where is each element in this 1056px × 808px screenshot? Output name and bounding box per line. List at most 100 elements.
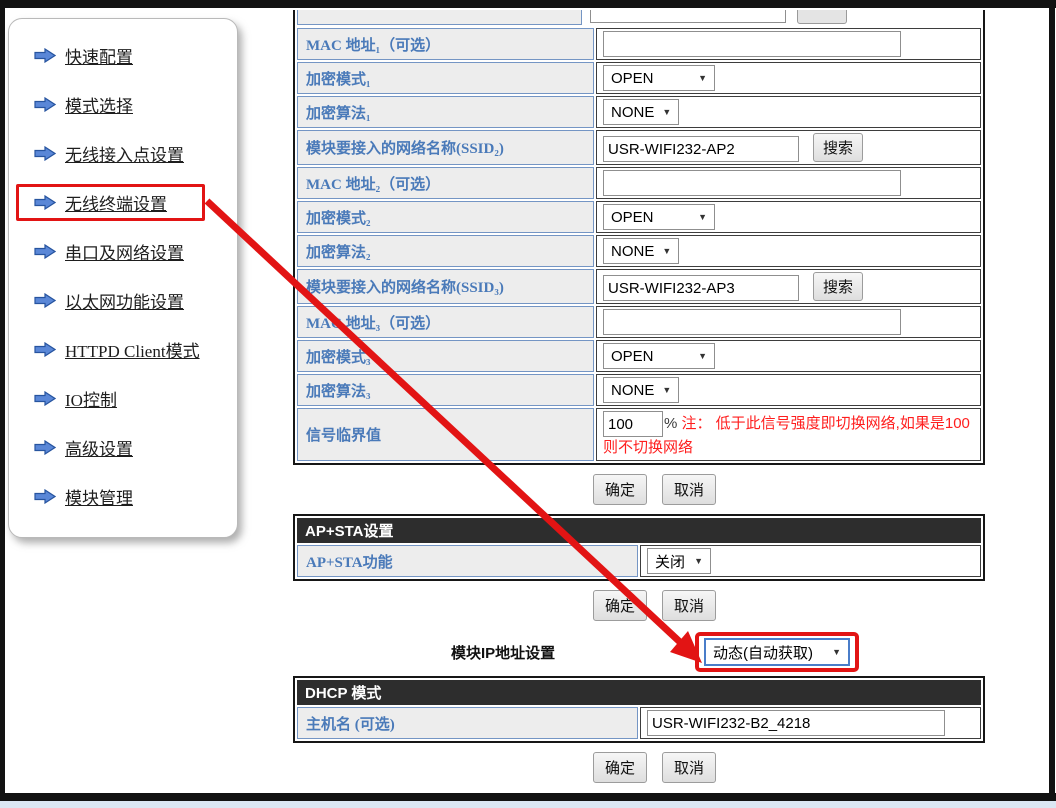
enc-alg3-value: NONE: [611, 382, 654, 399]
sta-settings-table: MAC 地址₁（可选） 加密模式₁ OPEN 加密算法₁ NONE 模块要接入的…: [293, 26, 985, 465]
blue-arrow-icon: [34, 440, 56, 455]
highlight-box-ip-select: 动态(自动获取): [695, 632, 859, 672]
main-content: MAC 地址₁（可选） 加密模式₁ OPEN 加密算法₁ NONE 模块要接入的…: [293, 10, 985, 792]
clipped-table-row: [293, 10, 985, 26]
table-row: 模块要接入的网络名称(SSID₃) 搜索: [297, 269, 981, 304]
window-bottom-strip: [0, 801, 1056, 808]
enc-mode1-value: OPEN: [611, 70, 654, 87]
enc-mode2-select[interactable]: OPEN: [603, 204, 715, 230]
dhcp-table: DHCP 模式 主机名 (可选): [293, 676, 985, 743]
sta-buttons-row: 确定 取消: [593, 474, 985, 505]
table-row: DHCP 模式: [297, 680, 981, 705]
window-frame-left: [0, 0, 5, 793]
sidebar-item-ap-settings[interactable]: 无线接入点设置: [9, 129, 237, 178]
table-row: 加密算法₁ NONE: [297, 96, 981, 128]
table-row: MAC 地址₂（可选）: [297, 167, 981, 199]
module-ip-row: 模块IP地址设置 动态(自动获取): [293, 630, 985, 676]
sidebar-item-sta-settings[interactable]: 无线终端设置: [9, 178, 237, 227]
mac1-label: MAC 地址₁（可选）: [297, 28, 594, 60]
sidebar-nav-panel: 快速配置 模式选择 无线接入点设置 无线终端设置 串口及网络设置 以太网功能设置…: [8, 18, 238, 538]
enc-alg3-select[interactable]: NONE: [603, 377, 679, 403]
table-row: 信号临界值 % 注： 低于此信号强度即切换网络,如果是100则不切换网络: [297, 408, 981, 461]
dhcp-section-header: DHCP 模式: [297, 680, 981, 705]
blue-arrow-icon: [34, 293, 56, 308]
sidebar-item-label: 无线终端设置: [65, 190, 167, 215]
table-row: 加密算法₃ NONE: [297, 374, 981, 406]
window-frame-bottom: [0, 793, 1056, 801]
enc-alg2-label: 加密算法₂: [297, 235, 594, 267]
ssid2-search-button[interactable]: 搜索: [813, 133, 863, 162]
sidebar-item-label: 高级设置: [65, 435, 133, 460]
module-ip-select[interactable]: 动态(自动获取): [704, 638, 850, 666]
ssid3-input[interactable]: [603, 275, 799, 301]
module-ip-label: 模块IP地址设置: [451, 642, 555, 663]
table-row: MAC 地址₁（可选）: [297, 28, 981, 60]
module-ip-value: 动态(自动获取): [713, 642, 813, 663]
blue-arrow-icon: [34, 391, 56, 406]
table-row: MAC 地址₃（可选）: [297, 306, 981, 338]
table-row: AP+STA设置: [297, 518, 981, 543]
sidebar-item-advanced[interactable]: 高级设置: [9, 423, 237, 472]
apsta-function-label: AP+STA功能: [297, 545, 638, 577]
percent-unit: %: [664, 415, 677, 432]
window-frame-right: [1049, 0, 1055, 793]
table-row: 主机名 (可选): [297, 707, 981, 739]
enc-alg2-select[interactable]: NONE: [603, 238, 679, 264]
cancel-button[interactable]: 取消: [662, 474, 716, 505]
blue-arrow-icon: [34, 195, 56, 210]
clipped-search-button[interactable]: [797, 10, 847, 24]
ssid3-label: 模块要接入的网络名称(SSID₃): [297, 269, 594, 304]
enc-alg1-value: NONE: [611, 104, 654, 121]
signal-threshold-input[interactable]: [603, 411, 663, 437]
sidebar-item-uart-network[interactable]: 串口及网络设置: [9, 227, 237, 276]
apsta-section-header: AP+STA设置: [297, 518, 981, 543]
enc-mode1-select[interactable]: OPEN: [603, 65, 715, 91]
sidebar-item-quick-config[interactable]: 快速配置: [9, 31, 237, 80]
blue-arrow-icon: [34, 489, 56, 504]
table-row: 加密模式₁ OPEN: [297, 62, 981, 94]
table-row: 加密模式₃ OPEN: [297, 340, 981, 372]
ok-button[interactable]: 确定: [593, 752, 647, 783]
page: { "sidebar": { "items": [ "快速配置", "模式选择"…: [0, 0, 1056, 808]
ok-button[interactable]: 确定: [593, 474, 647, 505]
sidebar-item-label: HTTPD Client模式: [65, 337, 200, 362]
sidebar-item-ethernet[interactable]: 以太网功能设置: [9, 276, 237, 325]
table-row: AP+STA功能 关闭: [297, 545, 981, 577]
sidebar-item-httpd-client[interactable]: HTTPD Client模式: [9, 325, 237, 374]
sidebar-item-module-mgmt[interactable]: 模块管理: [9, 472, 237, 521]
cancel-button[interactable]: 取消: [662, 752, 716, 783]
enc-mode3-select[interactable]: OPEN: [603, 343, 715, 369]
enc-alg3-label: 加密算法₃: [297, 374, 594, 406]
sidebar-item-mode-select[interactable]: 模式选择: [9, 80, 237, 129]
apsta-function-select[interactable]: 关闭: [647, 548, 711, 574]
apsta-buttons-row: 确定 取消: [593, 590, 985, 621]
mac2-input[interactable]: [603, 170, 901, 196]
sidebar-item-label: 快速配置: [65, 43, 133, 68]
table-row: 加密算法₂ NONE: [297, 235, 981, 267]
hostname-label: 主机名 (可选): [297, 707, 638, 739]
enc-mode2-value: OPEN: [611, 209, 654, 226]
sidebar-item-label: 无线接入点设置: [65, 141, 184, 166]
enc-alg1-select[interactable]: NONE: [603, 99, 679, 125]
blue-arrow-icon: [34, 146, 56, 161]
mac2-label: MAC 地址₂（可选）: [297, 167, 594, 199]
cancel-button[interactable]: 取消: [662, 590, 716, 621]
apsta-table: AP+STA设置 AP+STA功能 关闭: [293, 514, 985, 581]
signal-threshold-label: 信号临界值: [297, 408, 594, 461]
hostname-input[interactable]: [647, 710, 945, 736]
enc-alg1-label: 加密算法₁: [297, 96, 594, 128]
apsta-function-value: 关闭: [655, 551, 685, 572]
ssid3-search-button[interactable]: 搜索: [813, 272, 863, 301]
ok-button[interactable]: 确定: [593, 590, 647, 621]
sidebar-item-io-control[interactable]: IO控制: [9, 374, 237, 423]
blue-arrow-icon: [34, 97, 56, 112]
dhcp-buttons-row: 确定 取消: [593, 752, 985, 783]
enc-mode1-label: 加密模式₁: [297, 62, 594, 94]
mac3-input[interactable]: [603, 309, 901, 335]
mac1-input[interactable]: [603, 31, 901, 57]
sidebar-item-label: 模式选择: [65, 92, 133, 117]
ssid2-input[interactable]: [603, 136, 799, 162]
sidebar-item-label: 以太网功能设置: [65, 288, 184, 313]
clipped-ssid1-input[interactable]: [590, 10, 786, 23]
enc-mode3-value: OPEN: [611, 348, 654, 365]
